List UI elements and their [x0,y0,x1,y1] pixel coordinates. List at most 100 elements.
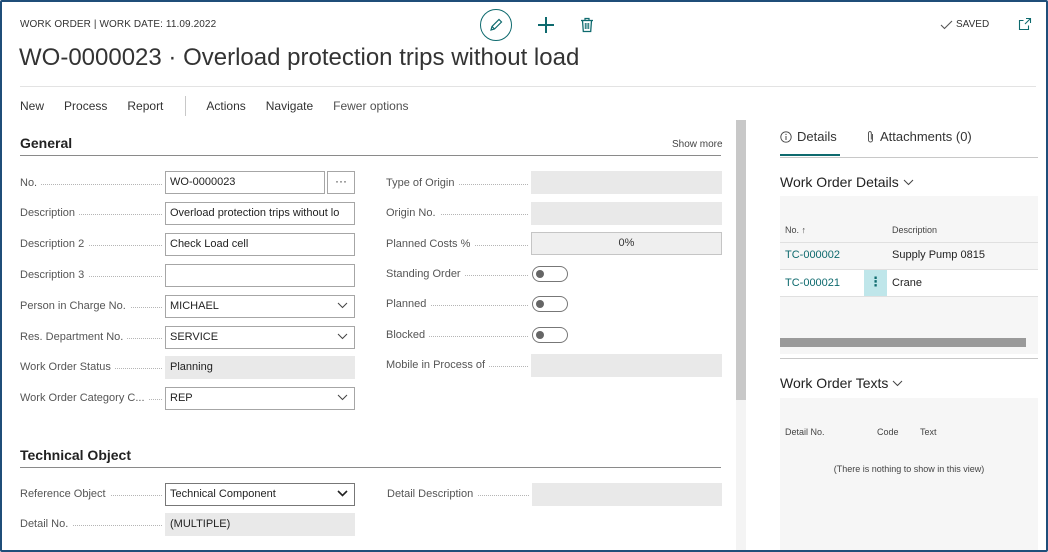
empty-list-message: (There is nothing to show in this view) [833,464,985,474]
header-divider [20,86,1036,87]
info-icon [780,130,792,143]
chevron-down-icon [893,380,903,386]
active-tab-indicator [780,154,840,156]
detail-description-label: Detail Description [387,488,533,500]
tab-attachments[interactable]: Attachments (0) [866,129,972,144]
section-general-rule [20,155,721,156]
res-department-value: SERVICE [170,331,219,343]
action-bar: New Process Report Actions Navigate Fewe… [20,96,429,116]
row-description: Supply Pump 0815 [892,249,985,261]
no-field[interactable]: WO-0000023 [165,171,325,194]
reference-object-label: Reference Object [20,488,166,500]
chevron-down-icon [903,179,914,185]
col-header-text[interactable]: Text [920,427,937,437]
checkmark-icon [940,20,953,29]
work-order-status-label: Work Order Status [20,361,166,373]
description3-label: Description 3 [20,269,166,281]
trash-icon[interactable] [580,17,594,33]
work-order-category-value: REP [170,392,193,404]
mobile-in-process-field [531,354,722,377]
action-separator [185,96,187,116]
res-department-label: Res. Department No. [20,331,166,343]
planned-costs-label: Planned Costs % [386,238,532,250]
row-menu-button[interactable]: ⋮ [864,270,887,296]
work-order-category-label: Work Order Category C... [20,392,166,404]
action-new[interactable]: New [20,99,44,113]
no-label: No. [20,177,166,189]
res-department-select[interactable]: SERVICE [165,326,355,349]
col-header-no[interactable]: No. ↑ [785,225,806,235]
action-process[interactable]: Process [64,99,107,113]
action-actions[interactable]: Actions [206,99,245,113]
work-order-category-select[interactable]: REP [165,387,355,410]
row-no-link[interactable]: TC-000002 [785,249,840,261]
paperclip-icon [868,130,873,142]
work-order-details-title: Work Order Details [780,174,899,190]
col-header-detail-no[interactable]: Detail No. [785,427,825,437]
section-general-title[interactable]: General [20,135,72,151]
row-description: Crane [892,277,922,289]
tab-attachments-label: Attachments (0) [880,129,972,144]
edit-button[interactable] [480,9,512,41]
planned-label: Planned [386,298,532,310]
section-technical-title[interactable]: Technical Object [20,447,131,463]
popout-icon[interactable] [1018,17,1032,31]
page-title: WO-0000023 · Overload protection trips w… [19,44,580,71]
row-divider [780,296,1038,297]
origin-no-field [531,202,722,225]
blocked-toggle[interactable] [532,327,568,343]
work-order-texts-list [780,398,1038,550]
action-report[interactable]: Report [127,99,163,113]
description-field[interactable]: Overload protection trips without lo [165,202,355,225]
content-scrollbar-thumb[interactable] [736,120,746,400]
saved-status: SAVED [940,19,989,30]
row-divider [780,242,1038,243]
detail-no-field: (MULTIPLE) [165,513,355,536]
detail-no-label: Detail No. [20,518,166,530]
plus-icon[interactable] [538,17,554,33]
col-header-code[interactable]: Code [877,427,899,437]
description-label: Description [20,207,166,219]
tabs-divider [780,157,1038,158]
chevron-down-icon [337,490,348,497]
work-order-details-header[interactable]: Work Order Details [780,174,914,190]
chevron-down-icon [337,394,348,401]
work-order-status-field: Planning [165,356,355,379]
tab-details[interactable]: Details [780,129,837,144]
parts-divider [780,358,1038,359]
standing-order-label: Standing Order [386,268,532,280]
saved-label: SAVED [956,19,990,30]
description3-field[interactable] [165,264,355,287]
edit-icon [490,18,503,31]
planned-costs-field: 0% [531,232,722,255]
row-no-link[interactable]: TC-000021 [785,277,840,289]
planned-toggle[interactable] [532,296,568,312]
show-more-link[interactable]: Show more [672,139,723,150]
reference-object-value: Technical Component [170,488,276,500]
work-order-texts-title: Work Order Texts [780,375,889,391]
type-of-origin-label: Type of Origin [386,177,532,189]
standing-order-toggle[interactable] [532,266,568,282]
no-assist-button[interactable]: ··· [327,171,355,194]
tab-details-label: Details [797,129,837,144]
action-navigate[interactable]: Navigate [266,99,313,113]
person-in-charge-label: Person in Charge No. [20,300,166,312]
page-caption: WORK ORDER | WORK DATE: 11.09.2022 [20,19,217,30]
type-of-origin-field [531,171,722,194]
description2-field[interactable]: Check Load cell [165,233,355,256]
chevron-down-icon [337,302,348,309]
details-horizontal-scrollbar[interactable] [780,338,1026,347]
section-technical-rule [20,467,721,468]
description2-label: Description 2 [20,238,166,250]
action-fewer-options[interactable]: Fewer options [333,99,408,113]
detail-description-field [532,483,722,506]
reference-object-select[interactable]: Technical Component [165,483,355,506]
person-in-charge-value: MICHAEL [170,300,219,312]
col-header-description[interactable]: Description [892,225,937,235]
blocked-label: Blocked [386,329,532,341]
header-toolbar [480,9,594,41]
origin-no-label: Origin No. [386,207,532,219]
work-order-texts-header[interactable]: Work Order Texts [780,375,903,391]
mobile-in-process-label: Mobile in Process of [386,359,532,371]
person-in-charge-select[interactable]: MICHAEL [165,295,355,318]
